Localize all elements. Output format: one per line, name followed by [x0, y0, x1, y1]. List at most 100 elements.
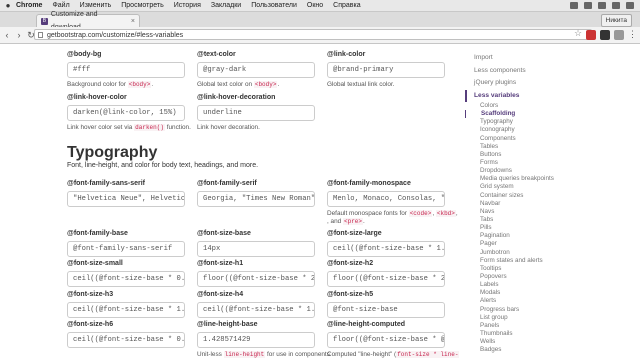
font-size-large-input[interactable]: ceil((@font-size-base * 1.25: [327, 241, 445, 257]
font-size-h6-input[interactable]: ceil((@font-size-base * 0.85: [67, 332, 185, 348]
field-line-height-base: @line-height-base 1.428571429 Unit-less …: [197, 320, 330, 359]
field-label: @font-family-serif: [197, 180, 257, 187]
field-link-hover-decoration: @link-hover-decoration underline Link ho…: [197, 93, 315, 132]
field-label: @font-size-h2: [327, 260, 374, 267]
tab-strip: B Customize and download × Никита: [0, 11, 640, 31]
sidenav-subitem-thumbnails[interactable]: Thumbnails: [465, 330, 585, 338]
sidenav-subitem-forms[interactable]: Forms: [465, 159, 585, 167]
sidenav-item-less-components[interactable]: Less components: [465, 65, 585, 78]
back-icon[interactable]: ‹: [2, 30, 12, 40]
menu-history[interactable]: История: [174, 0, 201, 11]
field-label: @font-size-h4: [197, 291, 244, 298]
menu-window[interactable]: Окно: [307, 0, 323, 11]
font-size-h5-input[interactable]: @font-size-base: [327, 302, 445, 318]
sidenav-subitem-container-sizes[interactable]: Container sizes: [465, 192, 585, 200]
notifications-icon[interactable]: [626, 2, 634, 9]
wifi-icon[interactable]: [584, 2, 592, 9]
sidenav-subitem-pagination[interactable]: Pagination: [465, 232, 585, 240]
sidenav-subitem-panels[interactable]: Panels: [465, 322, 585, 330]
field-body-bg: @body-bg #fff Background color for <body…: [67, 50, 185, 89]
extension-gray-icon[interactable]: [614, 30, 624, 40]
sidenav-subitem-popovers[interactable]: Popovers: [465, 273, 585, 281]
sidenav-subitem-jumbotron[interactable]: Jumbotron: [465, 249, 585, 257]
sidenav-subitem-modals[interactable]: Modals: [465, 289, 585, 297]
sidenav-subitem-alerts[interactable]: Alerts: [465, 297, 585, 305]
field-label: @font-size-large: [327, 230, 382, 237]
field-label: @font-family-monospace: [327, 180, 411, 187]
font-size-h2-input[interactable]: floor((@font-size-base * 2.1: [327, 271, 445, 287]
text-color-input[interactable]: @gray-dark: [197, 62, 315, 78]
sidenav-subitem-list-group[interactable]: List group: [465, 314, 585, 322]
sidenav-subitem-iconography[interactable]: Iconography: [465, 126, 585, 134]
sidenav-item-jquery-plugins[interactable]: jQuery plugins: [465, 77, 585, 90]
field-font-size-base: @font-size-base 14px: [197, 229, 315, 257]
sidenav-subitem-grid-system[interactable]: Grid system: [465, 183, 585, 191]
field-label: @font-size-h3: [67, 291, 114, 298]
sidenav-subitem-tooltips[interactable]: Tooltips: [465, 265, 585, 273]
sidenav-subitem-media-queries-breakpoints[interactable]: Media queries breakpoints: [465, 175, 585, 183]
sidenav-subitem-form-states-and-alerts[interactable]: Form states and alerts: [465, 257, 585, 265]
search-icon[interactable]: [612, 2, 620, 9]
profile-button[interactable]: Никита: [600, 14, 632, 27]
sidenav-subitem-colors[interactable]: Colors: [465, 102, 585, 110]
font-family-serif-input[interactable]: Georgia, "Times New Roman",: [197, 191, 315, 207]
sidenav-subitem-typography[interactable]: Typography: [465, 118, 585, 126]
field-label: @font-family-sans-serif: [67, 180, 146, 187]
line-height-base-input[interactable]: 1.428571429: [197, 332, 315, 348]
font-size-small-input[interactable]: ceil((@font-size-base * 0.85: [67, 271, 185, 287]
sidenav-subitem-progress-bars[interactable]: Progress bars: [465, 306, 585, 314]
bookmark-star-icon[interactable]: ☆: [574, 28, 582, 39]
link-hover-decoration-input[interactable]: underline: [197, 105, 315, 121]
field-font-family-serif: @font-family-serif Georgia, "Times New R…: [197, 179, 315, 207]
font-size-h4-input[interactable]: ceil((@font-size-base * 1.25: [197, 302, 315, 318]
address-bar[interactable]: getbootstrap.com/customize/#less-variabl…: [34, 29, 592, 40]
field-help: Background color for <body>.: [67, 81, 154, 88]
field-font-size-h5: @font-size-h5 @font-size-base: [327, 290, 445, 318]
sidenav-subitem-labels[interactable]: Labels: [465, 281, 585, 289]
field-label: @line-height-base: [197, 321, 258, 328]
line-height-computed-input[interactable]: floor((@font-size-base * @li: [327, 332, 445, 348]
menu-chrome[interactable]: Chrome: [16, 0, 42, 11]
field-label: @font-size-h5: [327, 291, 374, 298]
font-size-h3-input[interactable]: ceil((@font-size-base * 1.7): [67, 302, 185, 318]
sidenav-subitem-navs[interactable]: Navs: [465, 208, 585, 216]
close-tab-icon[interactable]: ×: [131, 15, 135, 28]
sidenav-subitem-dropdowns[interactable]: Dropdowns: [465, 167, 585, 175]
page-content: @body-bg #fff Background color for <body…: [0, 44, 640, 360]
sidenav-subitem-tables[interactable]: Tables: [465, 143, 585, 151]
link-hover-color-input[interactable]: darken(@link-color, 15%): [67, 105, 185, 121]
menu-help[interactable]: Справка: [333, 0, 360, 11]
chrome-menu-icon[interactable]: ⋮: [628, 29, 637, 39]
font-family-sans-serif-input[interactable]: "Helvetica Neue", Helvetica,: [67, 191, 185, 207]
sidenav-item-less-variables[interactable]: Less variables: [465, 89, 585, 102]
sidenav-item-import[interactable]: Import: [465, 52, 585, 65]
extension-red-icon[interactable]: [586, 30, 596, 40]
apple-icon[interactable]: ●: [0, 0, 16, 11]
font-family-monospace-input[interactable]: Menlo, Monaco, Consolas, "Co: [327, 191, 445, 207]
sidenav-subitem-navbar[interactable]: Navbar: [465, 200, 585, 208]
body-bg-input[interactable]: #fff: [67, 62, 185, 78]
sidenav-subitem-tabs[interactable]: Tabs: [465, 216, 585, 224]
forward-icon[interactable]: ›: [14, 30, 24, 40]
font-size-base-input[interactable]: 14px: [197, 241, 315, 257]
link-color-input[interactable]: @brand-primary: [327, 62, 445, 78]
field-help: Global text color on <body>.: [197, 81, 280, 88]
typography-heading: Typography: [67, 144, 158, 161]
font-family-base-input[interactable]: @font-family-sans-serif: [67, 241, 185, 257]
sidenav-subitem-pager[interactable]: Pager: [465, 240, 585, 248]
tab-customize[interactable]: B Customize and download ×: [36, 11, 140, 31]
sidenav-subitem-scaffolding[interactable]: Scaffolding: [465, 110, 585, 119]
font-size-h1-input[interactable]: floor((@font-size-base * 2.6: [197, 271, 315, 287]
battery-icon[interactable]: [598, 2, 606, 9]
menu-bookmarks[interactable]: Закладки: [211, 0, 241, 11]
sidenav-subitem-components[interactable]: Components: [465, 135, 585, 143]
sidenav-subitem-badges[interactable]: Badges: [465, 346, 585, 354]
sidenav-subitem-buttons[interactable]: Buttons: [465, 151, 585, 159]
sidenav-subitem-pills[interactable]: Pills: [465, 224, 585, 232]
status-icon[interactable]: [570, 2, 578, 9]
page-info-icon[interactable]: [38, 32, 43, 38]
sidenav-subitem-wells[interactable]: Wells: [465, 338, 585, 346]
menu-people[interactable]: Пользователи: [251, 0, 297, 11]
field-font-size-h3: @font-size-h3 ceil((@font-size-base * 1.…: [67, 290, 185, 318]
extension-dark-icon[interactable]: [600, 30, 610, 40]
